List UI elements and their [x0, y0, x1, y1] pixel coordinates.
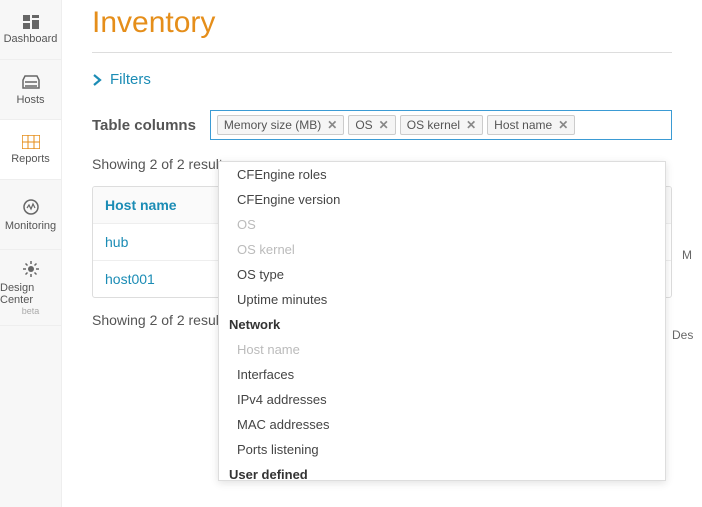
sidebar-item-sublabel: beta	[22, 306, 40, 316]
page-title: Inventory	[92, 6, 672, 40]
tag-label: Memory size (MB)	[224, 118, 321, 132]
sidebar-item-monitoring[interactable]: Monitoring	[0, 180, 61, 250]
remove-tag-icon[interactable]: ✕	[466, 118, 476, 132]
cell-hostname: hub	[105, 234, 128, 250]
column-tag: OS kernel ✕	[400, 115, 483, 135]
design-icon	[22, 260, 40, 278]
dropdown-item: OS	[219, 212, 665, 237]
dropdown-item[interactable]: Ports listening	[219, 437, 665, 462]
sidebar-item-label: Monitoring	[5, 220, 56, 232]
table-columns-label: Table columns	[92, 117, 196, 134]
tag-label: OS kernel	[407, 118, 460, 132]
sidebar-item-label: Hosts	[16, 94, 44, 106]
hosts-icon	[22, 74, 40, 90]
reports-icon	[22, 135, 40, 149]
divider	[92, 52, 672, 53]
dashboard-icon	[22, 15, 40, 29]
dropdown-item[interactable]: CFEngine roles	[219, 162, 665, 187]
dropdown-item[interactable]: CFEngine version	[219, 187, 665, 212]
table-header-partial: Des	[672, 328, 702, 342]
table-header-partial: M	[672, 248, 702, 262]
dropdown-item[interactable]: Uptime minutes	[219, 287, 665, 312]
tag-label: OS	[355, 118, 372, 132]
sidebar-item-label: Reports	[11, 153, 50, 165]
remove-tag-icon[interactable]: ✕	[327, 118, 337, 132]
sidebar-item-dashboard[interactable]: Dashboard	[0, 0, 61, 60]
sidebar: Dashboard Hosts Reports Monitoring Desig…	[0, 0, 62, 507]
dropdown-item[interactable]: OS type	[219, 262, 665, 287]
dropdown-item: OS kernel	[219, 237, 665, 262]
sidebar-item-label: Design Center	[0, 282, 61, 306]
dropdown-item[interactable]: Interfaces	[219, 362, 665, 387]
cell-hostname: host001	[105, 271, 155, 287]
dropdown-item: Host name	[219, 337, 665, 362]
column-select-input[interactable]: Memory size (MB) ✕ OS ✕ OS kernel ✕ Host name ✕	[210, 110, 672, 140]
column-tag: Memory size (MB) ✕	[217, 115, 344, 135]
remove-tag-icon[interactable]: ✕	[379, 118, 389, 132]
dropdown-item[interactable]: IPv4 addresses	[219, 387, 665, 412]
column-tag: Host name ✕	[487, 115, 575, 135]
filters-label: Filters	[110, 71, 151, 88]
filters-toggle[interactable]: Filters	[92, 71, 672, 88]
sidebar-item-design-center[interactable]: Design Center beta	[0, 250, 61, 326]
dropdown-group: User defined	[219, 462, 665, 481]
sidebar-item-label: Dashboard	[4, 33, 58, 45]
column-dropdown[interactable]: CFEngine rolesCFEngine versionOSOS kerne…	[218, 161, 666, 481]
sidebar-item-reports[interactable]: Reports	[0, 120, 61, 180]
chevron-right-icon	[92, 73, 102, 87]
dropdown-group: Network	[219, 312, 665, 337]
table-columns-row: Table columns Memory size (MB)✕OS✕OS ker…	[92, 110, 672, 140]
monitoring-icon	[22, 198, 40, 216]
remove-tag-icon[interactable]: ✕	[558, 118, 568, 132]
tag-label: Host name	[494, 118, 552, 132]
dropdown-item[interactable]: MAC addresses	[219, 412, 665, 437]
sidebar-item-hosts[interactable]: Hosts	[0, 60, 61, 120]
column-tag: OS ✕	[348, 115, 395, 135]
